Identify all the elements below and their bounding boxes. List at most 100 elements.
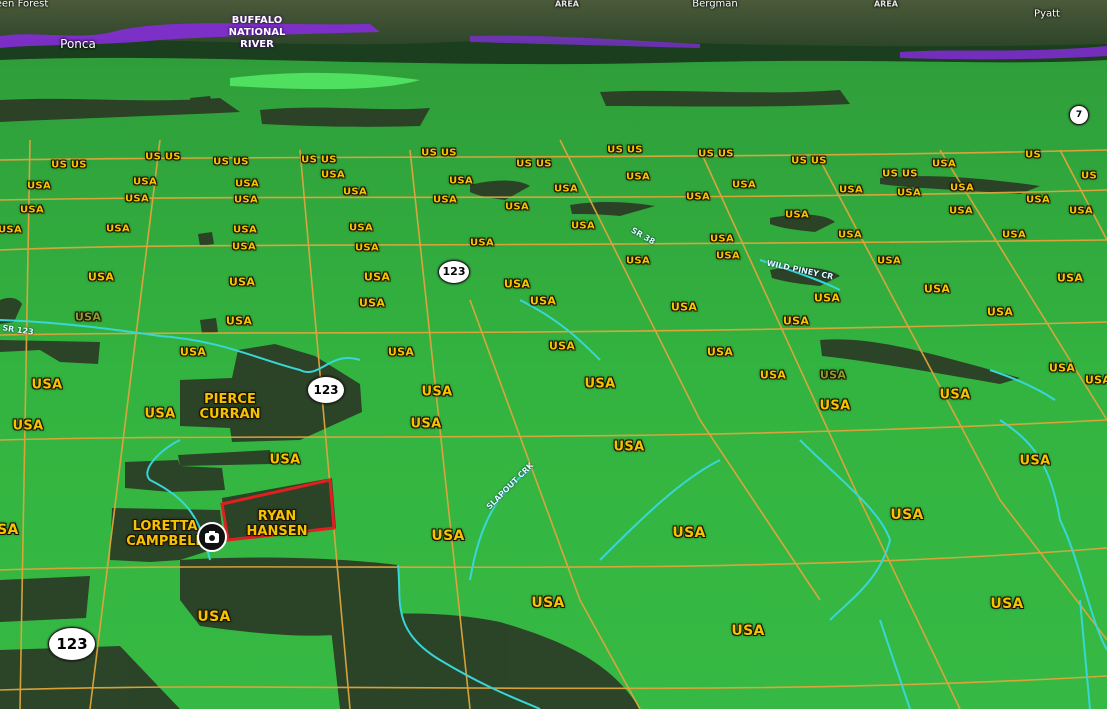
land-label-usa: USA	[571, 220, 595, 232]
land-label-usa: USA	[235, 178, 259, 190]
land-label-usa: USA	[87, 270, 115, 284]
land-label-usa: USA	[838, 229, 862, 241]
land-label-usa: USA	[363, 270, 391, 284]
land-label-usa: USA	[387, 345, 415, 359]
land-label-usa: USA	[12, 418, 44, 434]
town-pyatt[interactable]: Pyatt	[1034, 9, 1060, 20]
land-label-usa: USA	[321, 169, 345, 181]
land-label-usa: USA	[731, 623, 765, 639]
land-label-usa: USA	[470, 237, 494, 249]
land-label-usa: USA	[225, 314, 253, 328]
camera-icon-glyph	[205, 531, 219, 543]
land-label-usa: USA	[710, 233, 734, 245]
land-label-usus: US US	[607, 144, 643, 156]
land-label-usa: USA	[228, 275, 256, 289]
owner-label-ryan-hansen[interactable]: RYAN HANSEN	[247, 509, 308, 539]
land-label-usa: USA	[782, 314, 810, 328]
land-label-usa: USA	[421, 384, 453, 400]
land-label-usus: US US	[791, 155, 827, 167]
land-label-usa: USA	[449, 175, 473, 187]
land-label-usa: USA	[813, 291, 841, 305]
land-label-usa: USA	[990, 596, 1024, 612]
land-label-usa: USA	[144, 406, 176, 422]
land-label-usa: USA	[0, 522, 19, 538]
land-label-usa: USA	[1026, 194, 1050, 206]
land-label-usa: USA	[74, 310, 102, 324]
land-label-usa: USA	[531, 595, 565, 611]
land-label-usus: US US	[698, 148, 734, 160]
land-label-usa: USA	[197, 609, 231, 625]
land-label-usus: US US	[213, 156, 249, 168]
land-label-usa: USA	[950, 182, 974, 194]
map-canvas[interactable]: een Forest Ponca AREA Bergman AREA Pyatt…	[0, 0, 1107, 709]
land-label-usus: US US	[516, 158, 552, 170]
land-label-usa: USA	[410, 416, 442, 432]
land-label-usa: USA	[27, 180, 51, 192]
park-label-buffalo-national-river[interactable]: BUFFALO NATIONAL RIVER	[229, 15, 286, 51]
land-label-usa: USA	[626, 255, 650, 267]
land-label-usa: USA	[890, 507, 924, 523]
land-label-usa: USA	[133, 176, 157, 188]
land-label-usa: USA	[1069, 205, 1093, 217]
land-label-usa: USA	[949, 205, 973, 217]
land-label-usa: USA	[839, 184, 863, 196]
land-label-usa: USA	[20, 204, 44, 216]
land-label-usa: USA	[31, 377, 63, 393]
town-ponca[interactable]: Ponca	[60, 37, 96, 51]
land-label-usa: USA	[431, 528, 465, 544]
land-label-usa: USA	[355, 242, 379, 254]
land-label-usus: US US	[145, 151, 181, 163]
camera-icon[interactable]	[197, 522, 227, 552]
land-label-usa: USA	[932, 158, 956, 170]
land-label-usa: USA	[939, 387, 971, 403]
land-label-usa: USA	[358, 296, 386, 310]
land-label-usa: USA	[670, 300, 698, 314]
owner-label-pierce-curran[interactable]: PIERCE CURRAN	[199, 392, 260, 422]
land-label-usa: USA	[672, 525, 706, 541]
land-label-usa: USA	[1048, 361, 1076, 375]
land-label-usa: USA	[819, 398, 851, 414]
land-label-usa: USA	[986, 305, 1014, 319]
land-label-usa: USA	[125, 193, 149, 205]
land-label-us: US	[1025, 149, 1041, 161]
land-label-usa: USA	[529, 294, 557, 308]
highway-shield-123[interactable]: 123	[48, 627, 96, 661]
land-label-us: US	[1081, 170, 1097, 182]
land-label-usa: USA	[877, 255, 901, 267]
area-label: AREA	[554, 0, 580, 9]
highway-shield-7[interactable]: 7	[1069, 105, 1089, 125]
land-label-usa: USA	[343, 186, 367, 198]
land-label-usa: USA	[554, 183, 578, 195]
land-label-usa: USA	[269, 452, 301, 468]
highway-shield-123[interactable]: 123	[307, 376, 345, 404]
land-label-usa: USA	[233, 224, 257, 236]
owner-label-loretta-campbell[interactable]: LORETTA CAMPBELL	[126, 519, 203, 549]
land-label-usa: USA	[626, 171, 650, 183]
land-label-usa: USA	[179, 345, 207, 359]
land-label-usus: US US	[51, 159, 87, 171]
land-label-usa: USA	[819, 368, 847, 382]
land-label-usa: USA	[548, 339, 576, 353]
forest-label: een Forest	[0, 0, 49, 10]
land-label-usa: USA	[503, 277, 531, 291]
land-label-usa: USA	[433, 194, 457, 206]
land-label-usa: USA	[923, 282, 951, 296]
land-label-usa: USA	[1084, 373, 1107, 387]
land-label-usa: USA	[686, 191, 710, 203]
land-label-usa: USA	[706, 345, 734, 359]
land-label-usa: USA	[785, 209, 809, 221]
land-label-usa: USA	[106, 223, 130, 235]
land-label-usa: USA	[0, 224, 22, 236]
land-label-usus: US US	[301, 154, 337, 166]
land-label-usa: USA	[349, 222, 373, 234]
land-label-usa: USA	[232, 241, 256, 253]
town-bergman[interactable]: Bergman	[692, 0, 738, 10]
land-label-usa: USA	[613, 439, 645, 455]
land-label-usus: US US	[882, 168, 918, 180]
highway-shield-123[interactable]: 123	[438, 260, 470, 284]
land-label-usa: USA	[234, 194, 258, 206]
land-label-usa: USA	[584, 376, 616, 392]
land-label-usa: USA	[1002, 229, 1026, 241]
land-label-usa: USA	[1056, 271, 1084, 285]
land-label-usa: USA	[732, 179, 756, 191]
